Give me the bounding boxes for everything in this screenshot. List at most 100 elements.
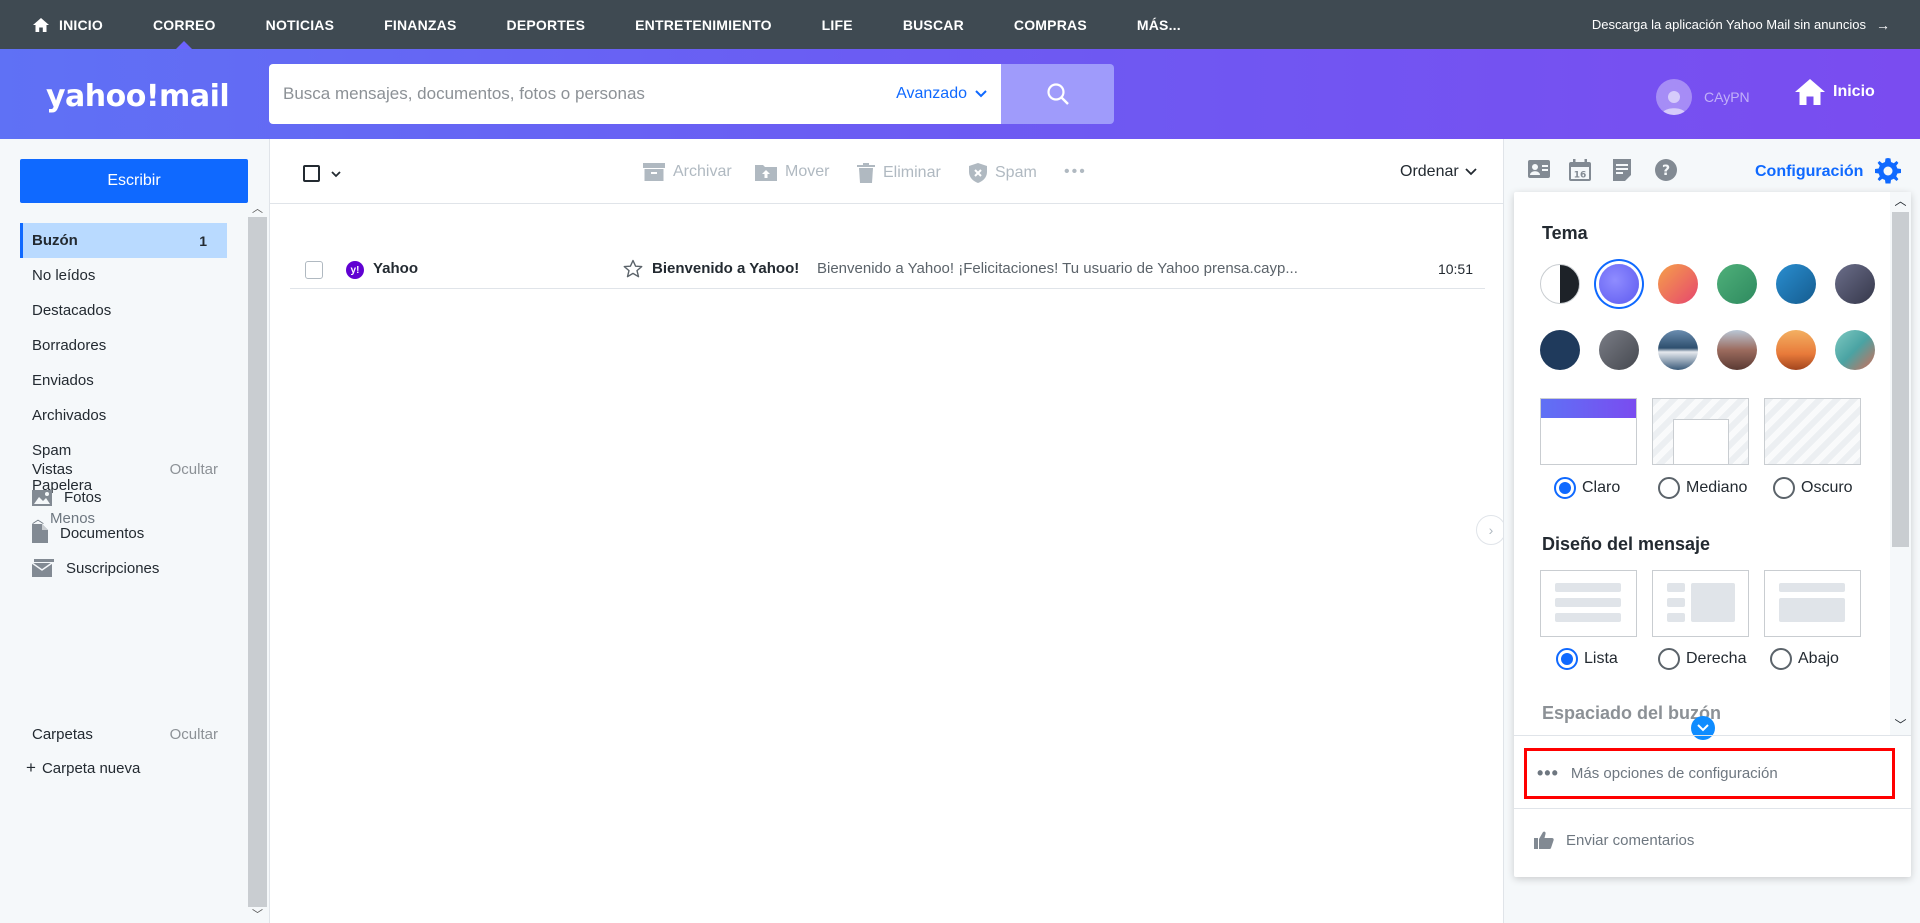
help-icon[interactable]: ? [1655, 159, 1677, 181]
preview-bar [1555, 583, 1621, 592]
yahoo-mail-logo[interactable]: yahoo!mail [46, 79, 230, 114]
sidebar-item-inbox[interactable]: Buzón 1 [20, 223, 227, 258]
delete-button[interactable]: Eliminar [857, 163, 941, 183]
nav-item-buscar[interactable]: BUSCAR [878, 0, 989, 49]
scroll-up-icon[interactable]: ︿ [248, 201, 267, 217]
theme-swatch[interactable] [1835, 330, 1875, 370]
light-mode-preview[interactable] [1540, 398, 1637, 465]
advanced-search-toggle[interactable]: Avanzado [896, 85, 987, 103]
nav-item-label: ENTRETENIMIENTO [635, 16, 772, 33]
settings-label[interactable]: Configuración [1755, 163, 1863, 181]
divider [1514, 808, 1911, 809]
nav-item-life[interactable]: LIFE [797, 0, 878, 49]
sidebar-item-archived[interactable]: Archivados [20, 398, 227, 433]
theme-swatch[interactable] [1717, 264, 1757, 304]
nav-item-finanzas[interactable]: FINANZAS [359, 0, 481, 49]
layout-list-preview[interactable] [1540, 570, 1637, 637]
nav-item-deportes[interactable]: DEPORTES [482, 0, 611, 49]
table-row[interactable]: y! Yahoo Bienvenido a Yahoo! Bienvenido … [290, 251, 1485, 289]
theme-swatch[interactable] [1540, 330, 1580, 370]
nav-item-entretenimiento[interactable]: ENTRETENIMIENTO [610, 0, 797, 49]
message-subject: Bienvenido a Yahoo! [652, 260, 800, 277]
theme-swatch[interactable] [1776, 330, 1816, 370]
sidebar-scrollbar[interactable]: ︿ ﹀ [248, 201, 267, 923]
folders-hide-button[interactable]: Ocultar [170, 726, 218, 743]
sidebar-item-photos[interactable]: Fotos [32, 489, 102, 506]
nav-item-correo[interactable]: CORREO [128, 0, 241, 49]
scroll-up-icon[interactable]: ︿ [1890, 192, 1911, 209]
layout-right-preview[interactable] [1652, 570, 1749, 637]
nav-item-mas[interactable]: MÁS... [1112, 0, 1206, 49]
view-label: Documentos [60, 525, 145, 542]
chevron-down-icon [1697, 724, 1709, 732]
theme-swatch-selected[interactable] [1599, 264, 1639, 304]
home-link[interactable]: Inicio [1795, 79, 1875, 105]
layout-bottom-preview[interactable] [1764, 570, 1861, 637]
move-button[interactable]: Mover [755, 163, 829, 181]
theme-swatch[interactable] [1599, 330, 1639, 370]
contacts-icon[interactable] [1528, 159, 1550, 179]
unread-count-badge: 1 [199, 232, 207, 249]
sort-dropdown[interactable]: Ordenar [1400, 163, 1477, 181]
home-icon [33, 17, 49, 32]
sidebar-item-subscriptions[interactable]: Suscripciones [32, 559, 159, 577]
chevron-right-icon[interactable]: › [1476, 515, 1506, 545]
medium-mode-preview[interactable] [1652, 398, 1749, 465]
radio-button[interactable] [1658, 477, 1680, 499]
theme-swatch[interactable] [1835, 264, 1875, 304]
radio-button[interactable] [1770, 648, 1792, 670]
compose-button[interactable]: Escribir [20, 159, 248, 203]
theme-swatch[interactable] [1658, 330, 1698, 370]
more-actions-button[interactable]: ••• [1064, 163, 1087, 181]
chevron-down-icon[interactable] [330, 165, 342, 183]
mode-option-dark[interactable]: Oscuro [1773, 477, 1853, 499]
layout-option-bottom[interactable]: Abajo [1770, 648, 1839, 670]
theme-swatch[interactable] [1717, 330, 1757, 370]
mode-option-medium[interactable]: Mediano [1658, 477, 1747, 499]
layout-option-list[interactable]: Lista [1556, 648, 1618, 670]
archive-button[interactable]: Archivar [643, 163, 732, 181]
scroll-down-icon[interactable]: ﹀ [248, 907, 267, 923]
radio-button[interactable] [1658, 648, 1680, 670]
user-account-menu[interactable]: CAyPN [1656, 79, 1750, 115]
chevron-down-icon[interactable] [1691, 716, 1715, 740]
sidebar-item-sent[interactable]: Enviados [20, 363, 227, 398]
theme-swatch[interactable] [1776, 264, 1816, 304]
new-folder-button[interactable]: + Carpeta nueva [26, 758, 140, 778]
nav-item-inicio[interactable]: INICIO [0, 0, 128, 49]
dark-mode-preview[interactable] [1764, 398, 1861, 465]
message-checkbox[interactable] [305, 261, 323, 279]
search-button[interactable] [1001, 64, 1114, 124]
views-hide-button[interactable]: Ocultar [170, 461, 218, 478]
scroll-down-icon[interactable]: ﹀ [1890, 716, 1911, 733]
svg-text:16: 16 [1574, 171, 1587, 181]
theme-swatch[interactable] [1658, 264, 1698, 304]
layout-option-right[interactable]: Derecha [1658, 648, 1746, 670]
gear-icon[interactable] [1875, 158, 1901, 184]
user-silhouette-icon [1662, 91, 1686, 115]
sidebar-item-starred[interactable]: Destacados [20, 293, 227, 328]
more-settings-button[interactable]: ••• Más opciones de configuración [1524, 748, 1895, 799]
sidebar-item-documents[interactable]: Documentos [32, 524, 144, 543]
nav-item-noticias[interactable]: NOTICIAS [241, 0, 360, 49]
spam-button[interactable]: Spam [969, 163, 1037, 183]
scrollbar-thumb[interactable] [1892, 212, 1909, 547]
download-app-promo-link[interactable]: Descarga la aplicación Yahoo Mail sin an… [1592, 0, 1890, 49]
send-feedback-button[interactable]: Enviar comentarios [1534, 831, 1694, 849]
notepad-icon[interactable] [1613, 159, 1631, 181]
mode-option-light[interactable]: Claro [1554, 477, 1620, 499]
sidebar-item-drafts[interactable]: Borradores [20, 328, 227, 363]
search-input[interactable] [269, 64, 897, 124]
radio-button[interactable] [1556, 648, 1578, 670]
settings-scrollbar[interactable]: ︿ ﹀ [1890, 192, 1911, 735]
radio-button[interactable] [1554, 477, 1576, 499]
theme-swatch[interactable] [1540, 264, 1580, 304]
avatar [1656, 79, 1692, 115]
select-all-checkbox[interactable] [303, 165, 320, 182]
nav-item-compras[interactable]: COMPRAS [989, 0, 1112, 49]
calendar-icon[interactable]: 16 [1569, 159, 1591, 181]
star-icon[interactable] [623, 259, 643, 279]
radio-button[interactable] [1773, 477, 1795, 499]
nav-item-label: CORREO [152, 16, 216, 33]
sidebar-item-unread[interactable]: No leídos [20, 258, 227, 293]
